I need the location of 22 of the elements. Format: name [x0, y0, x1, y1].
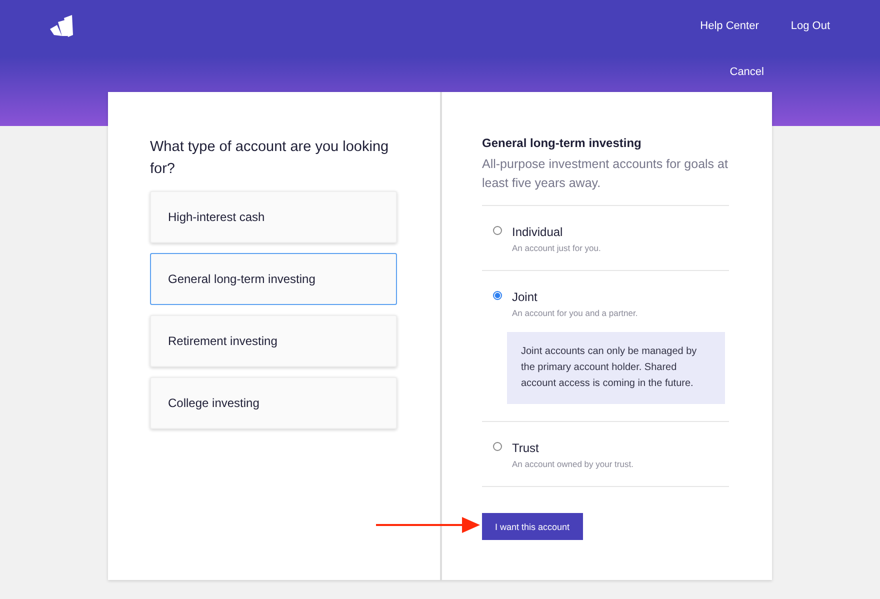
radio-button[interactable] [493, 226, 502, 235]
radio-button[interactable] [493, 442, 502, 451]
account-type-name: Joint [512, 290, 538, 304]
account-type-subtitle: An account for you and a partner. [512, 308, 638, 318]
account-category-option[interactable]: Retirement investing [150, 315, 397, 367]
submit-button[interactable]: I want this account [482, 513, 583, 540]
nav-link[interactable]: Help Center [700, 20, 759, 32]
logo-icon[interactable] [50, 15, 74, 37]
info-note: Joint accounts can only be managed by the primary account holder. Shared account access is coming in the future. [507, 332, 725, 404]
account-type-name: Individual [512, 225, 564, 239]
radio-button[interactable] [493, 291, 502, 300]
account-category-option[interactable]: General long-term investing [150, 253, 397, 305]
account-category-option[interactable]: High-interest cash [150, 191, 397, 243]
nav-link[interactable]: Log Out [790, 20, 830, 32]
account-type-name: Trust [512, 441, 540, 455]
question-title: What type of account are you looking for? [150, 138, 390, 179]
account-type-subtitle: An account just for you. [512, 243, 601, 253]
detail-description: All-purpose investment accounts for goals at least five years away. [482, 155, 729, 206]
account-type-subtitle: An account owned by your trust. [512, 459, 634, 469]
detail-title: General long-term investing [482, 136, 642, 150]
cancel-link[interactable]: Cancel [730, 66, 764, 78]
account-category-option[interactable]: College investing [150, 377, 397, 429]
